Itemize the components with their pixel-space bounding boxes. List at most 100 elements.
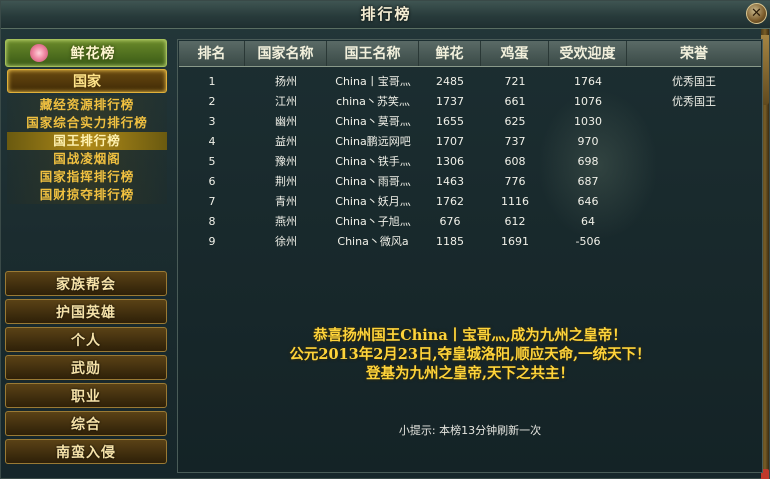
header-flowers[interactable]: 鲜花 — [419, 41, 481, 66]
cell-country: 江州 — [275, 95, 297, 108]
menu-button-heroes[interactable]: 护国英雄 — [5, 299, 167, 324]
cell-honor: 优秀国王 — [672, 75, 716, 88]
cell-eggs: 625 — [504, 115, 526, 128]
close-icon: ✕ — [751, 6, 762, 21]
cell-country: 青州 — [275, 195, 297, 208]
cell-honor — [627, 212, 761, 232]
cell-popularity: 687 — [577, 175, 599, 188]
cell-flowers: 1463 — [436, 175, 464, 188]
cell-country: 徐州 — [275, 235, 297, 248]
menu-button-overall[interactable]: 综合 — [5, 411, 167, 436]
cell-country: 扬州 — [275, 75, 297, 88]
cell-flowers: 1306 — [436, 155, 464, 168]
sub-item-king-ranking[interactable]: 国王排行榜 — [7, 132, 167, 150]
cell-flowers: 1707 — [436, 135, 464, 148]
cell-eggs: 737 — [504, 135, 526, 148]
announcement-line: 公元2013年2月23日,夺皇城洛阳,顺应天命,一统天下！ — [289, 346, 651, 363]
cell-eggs: 608 — [504, 155, 526, 168]
cell-country: 幽州 — [275, 115, 297, 128]
tab-flower-ranking[interactable]: 鲜花榜 — [5, 39, 167, 67]
ranking-window: 排行榜 ✕ 鲜花榜 国家 藏经资源排行榜 国家综合实力排行榜 国王排行榜 国战凌… — [0, 0, 770, 479]
cell-popularity: 646 — [577, 195, 599, 208]
close-button[interactable]: ✕ — [746, 3, 767, 24]
menu-button-merit[interactable]: 武勋 — [5, 355, 167, 380]
section-country-button[interactable]: 国家 — [7, 69, 167, 93]
cell-rank: 2 — [208, 95, 216, 108]
header-king[interactable]: 国王名称 — [327, 41, 419, 66]
table-body: 1 扬州 China丨宝哥灬 2485 721 1764 优秀国王 2 江州 china丶苏笑灬 1… — [179, 72, 761, 252]
cell-king: China丶妖月灬 — [335, 195, 411, 208]
menu-button-southern-invasion[interactable]: 南蛮入侵 — [5, 439, 167, 464]
sub-item-plunder-ranking[interactable]: 国财掠夺排行榜 — [7, 186, 167, 204]
cell-flowers: 1185 — [436, 235, 464, 248]
window-title: 排行榜 — [360, 5, 412, 23]
menu-button-class[interactable]: 职业 — [5, 383, 167, 408]
table-row[interactable]: 8 燕州 China丶子旭灬 676 612 64 — [179, 212, 761, 232]
cell-rank: 5 — [208, 155, 216, 168]
cell-king: China丨宝哥灬 — [335, 75, 411, 88]
header-eggs[interactable]: 鸡蛋 — [481, 41, 549, 66]
refresh-hint: 小提示: 本榜13分钟刷新一次 — [398, 424, 542, 437]
table-row[interactable]: 3 幽州 China丶莫哥灬 1655 625 1030 — [179, 112, 761, 132]
announcement-line: 恭喜扬州国王China丨宝哥灬,成为九州之皇帝！ — [313, 327, 627, 344]
cell-popularity: 698 — [577, 155, 599, 168]
sub-ranking-list: 藏经资源排行榜 国家综合实力排行榜 国王排行榜 国战凌烟阁 国家指挥排行榜 国财… — [7, 96, 167, 204]
sidebar: 鲜花榜 国家 藏经资源排行榜 国家综合实力排行榜 国王排行榜 国战凌烟阁 国家指… — [5, 39, 169, 475]
table-row[interactable]: 5 豫州 China丶铁手灬 1306 608 698 — [179, 152, 761, 172]
header-country[interactable]: 国家名称 — [245, 41, 327, 66]
cell-rank: 4 — [208, 135, 216, 148]
ranking-panel: 排名 国家名称 国王名称 鲜花 鸡蛋 受欢迎度 荣誉 1 扬州 China丨宝哥灬 2… — [177, 39, 763, 473]
emperor-announcement: 恭喜扬州国王China丨宝哥灬,成为九州之皇帝！ 公元2013年2月23日,夺皇… — [178, 326, 762, 383]
cell-honor — [627, 132, 761, 152]
cell-honor — [627, 192, 761, 212]
table-row[interactable]: 1 扬州 China丨宝哥灬 2485 721 1764 优秀国王 — [179, 72, 761, 92]
flower-icon — [30, 44, 48, 62]
announcement-line: 登基为九州之皇帝,天下之共主！ — [365, 365, 575, 382]
menu-button-family-guild[interactable]: 家族帮会 — [5, 271, 167, 296]
table-row[interactable]: 4 益州 China鹏远网吧 1707 737 970 — [179, 132, 761, 152]
cell-popularity: 64 — [581, 215, 595, 228]
cell-eggs: 721 — [504, 75, 526, 88]
cell-rank: 9 — [208, 235, 216, 248]
cell-flowers: 676 — [439, 215, 461, 228]
menu-button-personal[interactable]: 个人 — [5, 327, 167, 352]
sub-item-commander-ranking[interactable]: 国家指挥排行榜 — [7, 168, 167, 186]
cell-rank: 7 — [208, 195, 216, 208]
cell-king: China丶莫哥灬 — [335, 115, 411, 128]
cell-eggs: 1116 — [501, 195, 529, 208]
cell-king: China丶雨哥灬 — [335, 175, 411, 188]
cell-eggs: 1691 — [501, 235, 529, 248]
cell-flowers: 1762 — [436, 195, 464, 208]
cell-king: China鹏远网吧 — [335, 135, 411, 148]
cell-honor — [627, 232, 761, 252]
tab-label: 鲜花榜 — [70, 46, 116, 62]
cell-honor: 优秀国王 — [672, 95, 716, 108]
cell-king: china丶苏笑灬 — [336, 95, 410, 108]
cell-popularity: -506 — [575, 235, 601, 248]
table-row[interactable]: 7 青州 China丶妖月灬 1762 1116 646 — [179, 192, 761, 212]
cell-country: 豫州 — [275, 155, 297, 168]
cell-rank: 8 — [208, 215, 216, 228]
cell-country: 荆州 — [275, 175, 297, 188]
cell-king: China丶铁手灬 — [335, 155, 411, 168]
cell-popularity: 1030 — [574, 115, 602, 128]
cell-popularity: 970 — [577, 135, 599, 148]
cell-eggs: 776 — [504, 175, 526, 188]
table-row[interactable]: 6 荆州 China丶雨哥灬 1463 776 687 — [179, 172, 761, 192]
sub-item-scripture-resource[interactable]: 藏经资源排行榜 — [7, 96, 167, 114]
cell-flowers: 1655 — [436, 115, 464, 128]
title-bar: 排行榜 — [1, 1, 770, 29]
header-honor[interactable]: 荣誉 — [627, 41, 761, 66]
cell-honor — [627, 152, 761, 172]
header-rank[interactable]: 排名 — [179, 41, 245, 66]
cell-rank: 1 — [208, 75, 216, 88]
cell-king: China丶子旭灬 — [335, 215, 411, 228]
sub-item-country-strength[interactable]: 国家综合实力排行榜 — [7, 114, 167, 132]
cell-popularity: 1764 — [574, 75, 602, 88]
cell-flowers: 2485 — [436, 75, 464, 88]
cell-eggs: 612 — [504, 215, 526, 228]
header-popularity[interactable]: 受欢迎度 — [549, 41, 627, 66]
sub-item-war-pavilion[interactable]: 国战凌烟阁 — [7, 150, 167, 168]
table-row[interactable]: 9 徐州 China丶微风a 1185 1691 -506 — [179, 232, 761, 252]
table-row[interactable]: 2 江州 china丶苏笑灬 1737 661 1076 优秀国王 — [179, 92, 761, 112]
